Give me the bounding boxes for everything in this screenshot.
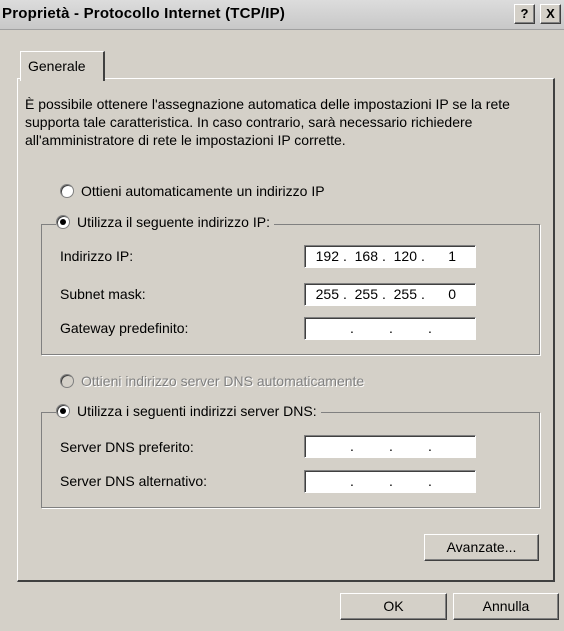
gateway-label: Gateway predefinito: [60,320,189,336]
dns-manual-label: Utilizza i seguenti indirizzi server DNS… [77,403,317,419]
ip-auto-option[interactable]: Ottieni automaticamente un indirizzo IP [60,183,329,199]
subnet-mask-field[interactable]: 255 . 255 . 255 . 0 [304,283,476,306]
ip-address-label: Indirizzo IP: [60,248,134,264]
dns-preferred-field[interactable]: . . . [304,435,476,458]
subnet-mask-label: Subnet mask: [60,286,146,302]
dns-alternate-field[interactable]: . . . [304,470,476,493]
tab-generale[interactable]: Generale [20,51,105,81]
cancel-button[interactable]: Annulla [453,593,559,620]
subnet-octet-4: 0 [448,286,456,302]
ip-octet-3: 120 [393,248,417,264]
dns-manual-option[interactable]: Utilizza i seguenti indirizzi server DNS… [56,403,321,419]
ip-octet-4: 1 [448,248,456,264]
ip-auto-label: Ottieni automaticamente un indirizzo IP [81,183,325,199]
description-text: È possibile ottenere l'assegnazione auto… [25,96,510,148]
subnet-octet-1: 255 [315,286,339,302]
tab-generale-label: Generale [28,58,86,74]
ip-octet-2: 168 [354,248,378,264]
ok-button[interactable]: OK [340,593,447,620]
advanced-button[interactable]: Avanzate... [424,534,539,561]
subnet-octet-3: 255 [393,286,417,302]
ip-manual-option[interactable]: Utilizza il seguente indirizzo IP: [56,214,274,230]
window-title: Proprietà - Protocollo Internet (TCP/IP) [2,5,286,22]
dns-auto-radio[interactable] [60,374,74,388]
close-button[interactable]: X [540,4,561,24]
dns-auto-label: Ottieni indirizzo server DNS automaticam… [81,373,365,389]
gateway-field[interactable]: . . . [304,317,476,340]
title-bar: Proprietà - Protocollo Internet (TCP/IP)… [0,0,564,30]
dns-auto-option[interactable]: Ottieni indirizzo server DNS automaticam… [60,373,369,389]
subnet-octet-2: 255 [354,286,378,302]
help-button[interactable]: ? [514,4,535,24]
dns-group-box [41,412,540,508]
ip-auto-radio[interactable] [60,184,74,198]
dns-alternate-label: Server DNS alternativo: [60,473,208,489]
ip-octet-1: 192 [315,248,339,264]
dns-preferred-label: Server DNS preferito: [60,439,194,455]
ip-manual-label: Utilizza il seguente indirizzo IP: [77,214,270,230]
ip-address-field[interactable]: 192 . 168 . 120 . 1 [304,245,476,268]
dns-manual-radio[interactable] [56,404,70,418]
ip-manual-radio[interactable] [56,215,70,229]
